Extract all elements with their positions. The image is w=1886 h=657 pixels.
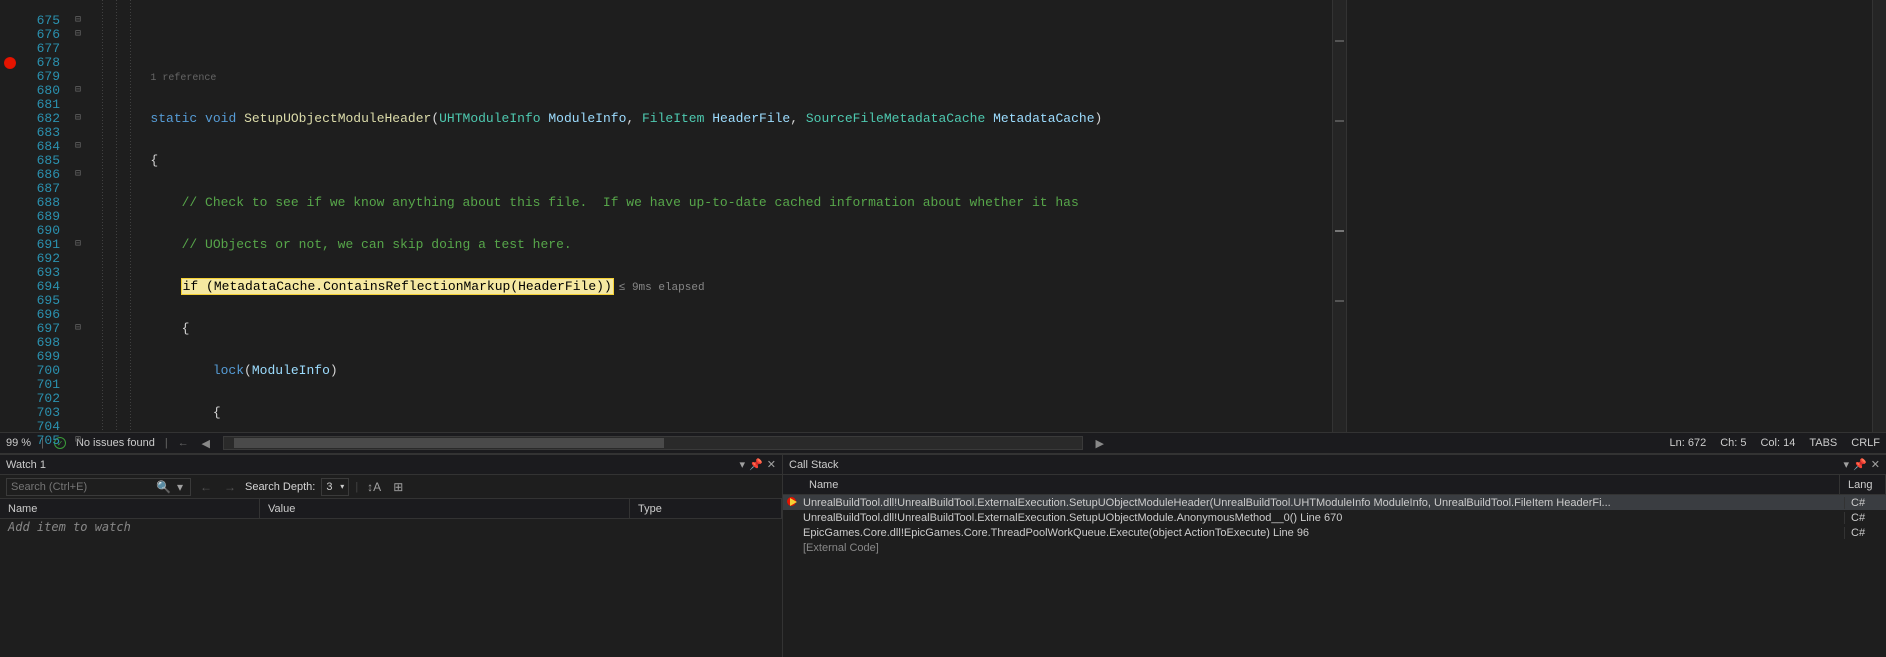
watch-grid-header[interactable]: Name Value Type [0, 499, 782, 519]
frame-name: [External Code] [803, 542, 1840, 554]
callstack-panel-title[interactable]: Call Stack ▾ 📌 ✕ [783, 455, 1886, 475]
col-lang[interactable]: Lang [1840, 475, 1886, 494]
char-indicator[interactable]: Ch: 5 [1720, 437, 1746, 449]
dropdown-icon[interactable]: ▾ [1844, 458, 1850, 471]
horizontal-scrollbar[interactable] [223, 436, 1083, 450]
col-type[interactable]: Type [630, 499, 782, 518]
close-icon[interactable]: ✕ [1871, 458, 1880, 471]
line-ending-indicator[interactable]: CRLF [1851, 437, 1880, 449]
watch-toolbar: 🔍 ▾ ← → Search Depth: 3▾ | ↕A ⊞ [0, 475, 782, 499]
callstack-frame[interactable]: [External Code] [783, 540, 1886, 555]
frame-lang: C# [1844, 512, 1884, 524]
col-value[interactable]: Value [260, 499, 630, 518]
pin-icon[interactable]: 📌 [749, 458, 763, 471]
bottom-panels: Watch 1 ▾ 📌 ✕ 🔍 ▾ ← → Search Depth: 3▾ |… [0, 454, 1886, 657]
col-indicator[interactable]: Col: 14 [1760, 437, 1795, 449]
callstack-body[interactable]: UnrealBuildTool.dll!UnrealBuildTool.Exte… [783, 495, 1886, 657]
editor-statusbar: 99 % | ✓ No issues found | ← ◀ ▶ Ln: 672… [0, 432, 1886, 454]
frame-name: UnrealBuildTool.dll!UnrealBuildTool.Exte… [803, 512, 1840, 524]
current-frame-arrow-icon [790, 498, 797, 506]
nav-back-icon[interactable]: ← [197, 480, 215, 494]
breakpoint-icon[interactable] [4, 57, 16, 69]
col-name[interactable]: Name [801, 475, 1840, 494]
frame-lang: C# [1844, 527, 1884, 539]
callstack-frame[interactable]: UnrealBuildTool.dll!UnrealBuildTool.Exte… [783, 495, 1886, 510]
frame-name: EpicGames.Core.dll!EpicGames.Core.Thread… [803, 527, 1840, 539]
scroll-left-icon[interactable]: ◀ [199, 437, 213, 450]
watch-search-input[interactable] [11, 481, 153, 493]
watch-panel[interactable]: Watch 1 ▾ 📌 ✕ 🔍 ▾ ← → Search Depth: 3▾ |… [0, 454, 783, 657]
callstack-grid-header[interactable]: Name Lang [783, 475, 1886, 495]
code-editor[interactable]: 6756766776786796806816826836846856866876… [0, 0, 1886, 432]
line-number-gutter: 6756766776786796806816826836846856866876… [20, 0, 68, 432]
watch-panel-title[interactable]: Watch 1 ▾ 📌 ✕ [0, 455, 782, 475]
watch-search-box[interactable]: 🔍 ▾ [6, 478, 191, 496]
depth-label: Search Depth: [245, 481, 315, 493]
frame-name: UnrealBuildTool.dll!UnrealBuildTool.Exte… [803, 497, 1840, 509]
tabs-indicator[interactable]: TABS [1809, 437, 1837, 449]
callstack-panel[interactable]: Call Stack ▾ 📌 ✕ Name Lang UnrealBuildTo… [783, 454, 1886, 657]
col-name[interactable]: Name [0, 499, 260, 518]
chevron-down-icon[interactable]: ▾ [174, 480, 186, 494]
watch-grid-body[interactable]: Add item to watch [0, 519, 782, 657]
callstack-frame[interactable]: UnrealBuildTool.dll!UnrealBuildTool.Exte… [783, 510, 1886, 525]
current-step-highlight: if (MetadataCache.ContainsReflectionMark… [182, 279, 613, 294]
reference-hint: 1 reference [150, 73, 216, 84]
elapsed-label: ≤ 9ms elapsed [619, 282, 705, 294]
nav-forward-icon[interactable]: → [221, 480, 239, 494]
right-editor-pane[interactable] [1346, 0, 1886, 432]
code-area[interactable]: 1 reference static void SetupUObjectModu… [88, 0, 1332, 432]
breakpoint-gutter[interactable] [0, 0, 20, 432]
dropdown-icon[interactable]: ▾ [740, 458, 746, 471]
scroll-right-icon[interactable]: ▶ [1093, 437, 1107, 450]
fold-gutter[interactable]: ⊟⊟⊟⊟⊟⊟⊟⊟⊞ [68, 0, 88, 432]
callstack-frame[interactable]: EpicGames.Core.dll!EpicGames.Core.Thread… [783, 525, 1886, 540]
search-icon[interactable]: 🔍 [153, 480, 174, 494]
close-icon[interactable]: ✕ [767, 458, 776, 471]
sort-icon[interactable]: ↕A [364, 480, 384, 494]
depth-input[interactable]: 3▾ [321, 478, 349, 496]
tree-icon[interactable]: ⊞ [390, 480, 406, 494]
line-indicator[interactable]: Ln: 672 [1669, 437, 1706, 449]
add-watch-hint[interactable]: Add item to watch [0, 519, 782, 537]
pin-icon[interactable]: 📌 [1853, 458, 1867, 471]
minimap[interactable] [1332, 0, 1346, 432]
frame-lang: C# [1844, 497, 1884, 509]
